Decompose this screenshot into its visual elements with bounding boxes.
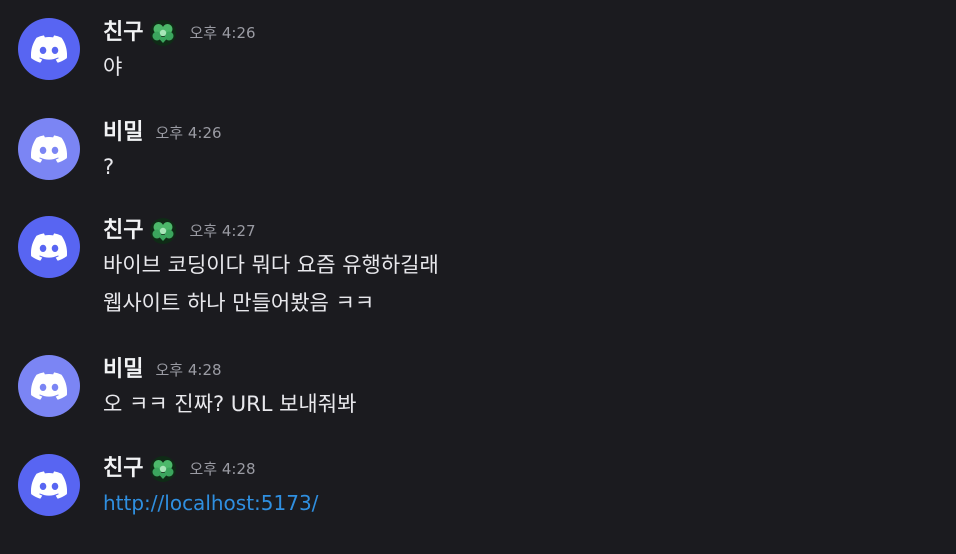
message-text: 웹사이트 하나 만들어봤음 ㅋㅋ [103,291,375,315]
avatar[interactable] [18,118,80,180]
role-icon[interactable] [149,217,177,245]
timestamp: 오후 4:26 [155,124,222,142]
message-text: ? [103,155,115,179]
timestamp: 오후 4:27 [189,222,256,240]
discord-logo-icon [31,372,67,400]
discord-logo-icon [31,233,67,261]
green-flower-heart-icon [150,456,177,482]
message-header: 비밀 오후 4:26 [103,118,222,148]
message-text: 야 [103,55,123,79]
discord-logo-icon [31,135,67,163]
message-link[interactable]: http://localhost:5173/ [103,486,318,520]
message-header: 친구 오후 4:27 [103,216,256,246]
role-icon[interactable] [149,19,177,47]
discord-logo-icon [31,471,67,499]
username[interactable]: 친구 [103,454,143,484]
avatar[interactable] [18,454,80,516]
avatar[interactable] [18,18,80,80]
message-header: 비밀 오후 4:28 [103,355,222,385]
green-flower-heart-icon [150,20,177,46]
username[interactable]: 친구 [103,18,143,48]
timestamp: 오후 4:28 [155,361,222,379]
avatar[interactable] [18,216,80,278]
message-header: 친구 오후 4:28 [103,454,256,484]
username[interactable]: 비밀 [103,118,143,148]
chat-message-list: 친구 오후 4:26 야 비밀 오후 4:26 ? 친구 오후 4:27 바이브… [0,0,956,554]
role-icon[interactable] [149,455,177,483]
username[interactable]: 비밀 [103,355,143,385]
timestamp: 오후 4:26 [189,24,256,42]
timestamp: 오후 4:28 [189,460,256,478]
avatar[interactable] [18,355,80,417]
message-text: 바이브 코딩이다 뭐다 요즘 유행하길래 [103,253,439,277]
green-flower-heart-icon [150,218,177,244]
username[interactable]: 친구 [103,216,143,246]
message-text: 오 ㅋㅋ 진짜? URL 보내줘봐 [103,392,357,416]
message-header: 친구 오후 4:26 [103,18,256,48]
discord-logo-icon [31,35,67,63]
